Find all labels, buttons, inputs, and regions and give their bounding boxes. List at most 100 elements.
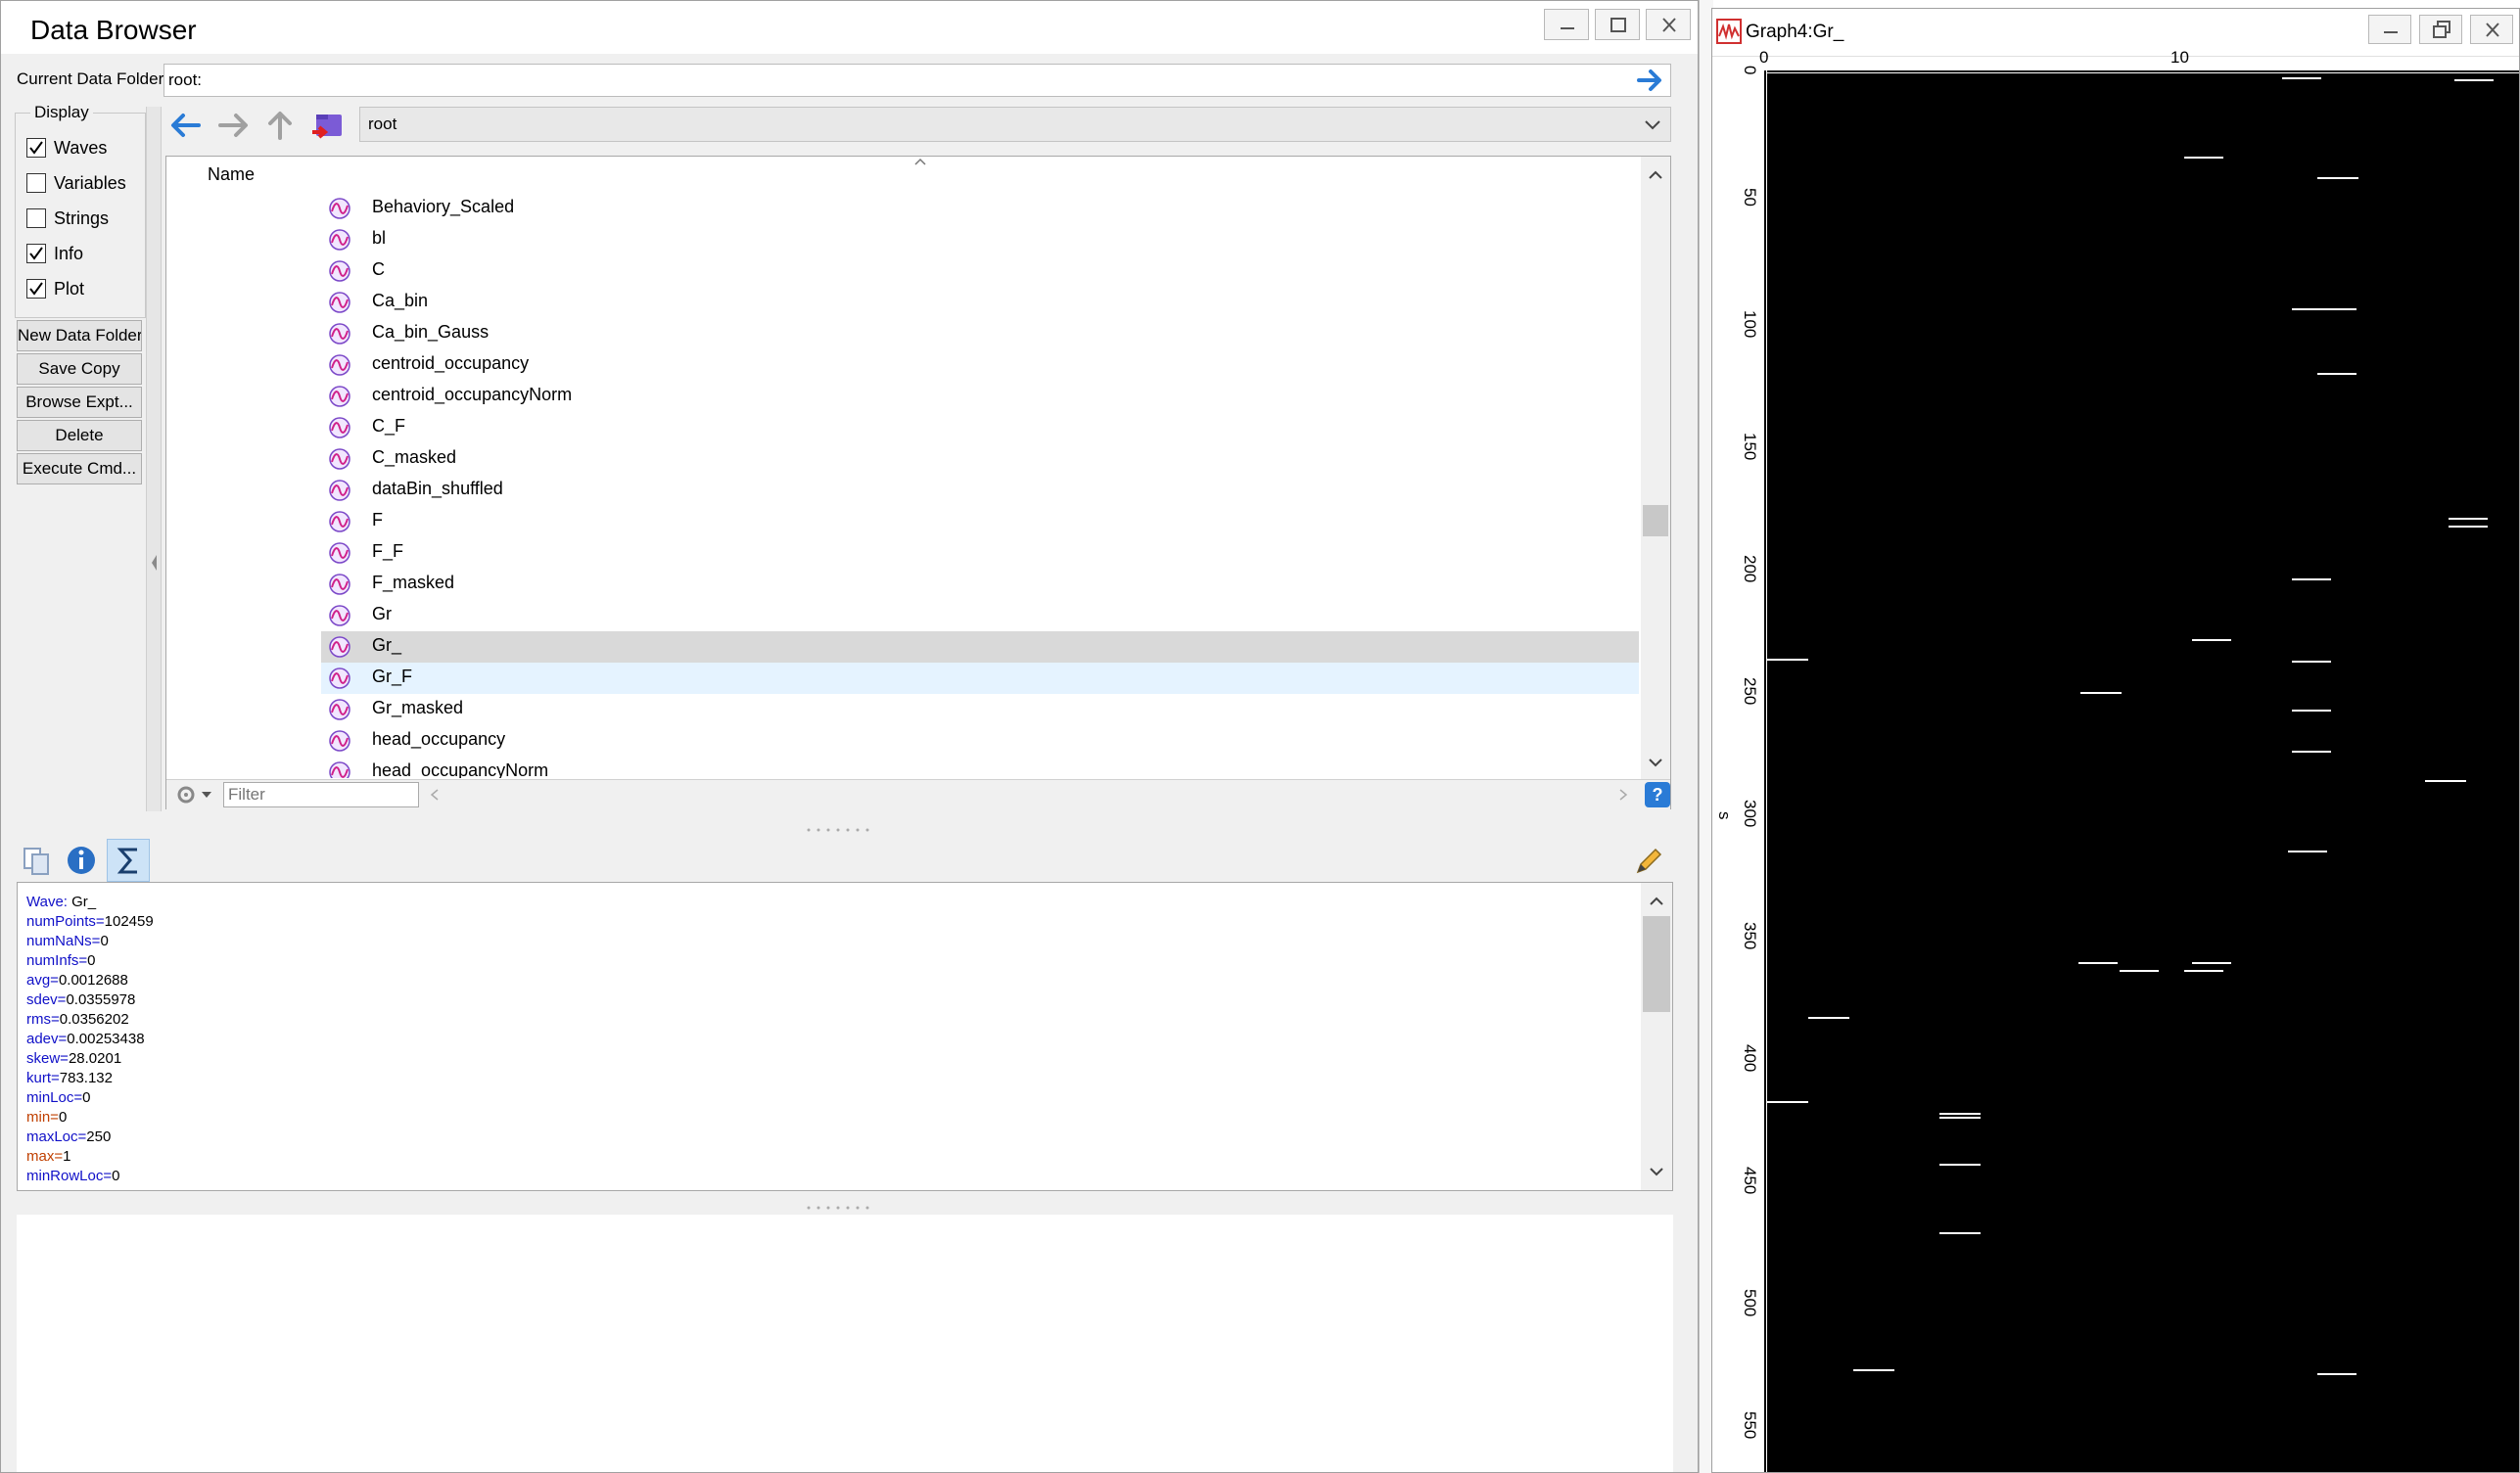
plot-checkbox-label: Plot — [54, 279, 85, 299]
wave-list-item[interactable]: Ca_bin_Gauss — [321, 318, 1639, 349]
statistics-sigma-icon[interactable] — [107, 839, 150, 882]
plot-checkbox-box[interactable] — [26, 279, 46, 299]
delete-button[interactable]: Delete — [17, 420, 142, 451]
graph-close-button[interactable] — [2470, 15, 2513, 44]
wave-list-item-label: C_masked — [372, 447, 457, 467]
wave-list-item[interactable]: Behaviory_Scaled — [321, 193, 1639, 224]
list-bottom-bar: ? — [166, 779, 1670, 809]
copy-icon[interactable] — [21, 845, 52, 876]
graph-title: Graph4:Gr_ — [1746, 22, 1844, 42]
y-tick-label: 350 — [1741, 922, 1759, 950]
scroll-up-icon[interactable] — [1648, 168, 1663, 180]
variables-checkbox-box[interactable] — [26, 173, 46, 193]
vertical-splitter[interactable] — [146, 107, 162, 811]
scroll-left-icon[interactable] — [429, 788, 441, 802]
info-scrollbar[interactable] — [1641, 883, 1672, 1190]
new-data-folder-button[interactable]: New Data Folder — [17, 320, 142, 351]
graph-window: Graph4:Gr_ 0 10 0 50 100 150 200 250 300 350 400 4… — [1711, 8, 2520, 1473]
wave-list-item[interactable]: C — [321, 255, 1639, 287]
strings-checkbox-label: Strings — [54, 208, 110, 228]
y-axis-label: s — [1715, 811, 1734, 820]
wave-list-item[interactable]: F_masked — [321, 569, 1639, 600]
x-axis-line — [1767, 70, 2519, 72]
maximize-button[interactable] — [1595, 9, 1640, 40]
set-current-folder-icon[interactable] — [310, 109, 346, 144]
wave-list-item[interactable]: Gr — [321, 600, 1639, 631]
wave-list-item[interactable]: Ca_bin — [321, 287, 1639, 318]
strings-checkbox-box[interactable] — [26, 208, 46, 228]
image-event-mark — [2449, 526, 2488, 528]
image-plot[interactable] — [1767, 73, 2519, 1472]
display-group-label: Display — [30, 103, 93, 122]
name-column-header[interactable]: Name — [208, 164, 255, 185]
waves-checkbox-box[interactable] — [26, 138, 46, 158]
wave-list-item-label: Gr_F — [372, 667, 413, 686]
horizontal-splitter-upper[interactable] — [804, 821, 872, 832]
image-event-mark — [1853, 1369, 1894, 1371]
current-folder-field[interactable]: root: — [163, 64, 1671, 97]
wave-icon — [329, 605, 350, 626]
scroll-down-icon[interactable] — [1648, 758, 1663, 769]
go-arrow-icon[interactable] — [1636, 67, 1665, 94]
info-scroll-thumb[interactable] — [1643, 916, 1670, 1012]
list-scrollbar[interactable] — [1641, 157, 1670, 781]
browse-expt-button[interactable]: Browse Expt... — [17, 387, 142, 418]
minimize-button[interactable] — [1544, 9, 1589, 40]
info-value: 250 — [86, 1128, 112, 1145]
image-event-mark — [1939, 1117, 1981, 1119]
info-value: 102459 — [104, 913, 154, 930]
filter-input[interactable] — [223, 782, 419, 807]
graph-restore-button[interactable] — [2419, 15, 2462, 44]
wave-list-item-label: Gr — [372, 604, 392, 623]
info-value: 783.132 — [59, 1070, 113, 1086]
info-checkbox-box[interactable] — [26, 244, 46, 263]
info-icon[interactable] — [66, 845, 97, 876]
folder-dropdown[interactable]: root — [359, 107, 1671, 142]
image-event-mark — [1939, 1164, 1981, 1166]
image-event-mark — [1767, 659, 1808, 661]
y-tick-label: 200 — [1741, 555, 1759, 583]
info-scroll-up-icon[interactable] — [1649, 895, 1664, 906]
execute-cmd-button[interactable]: Execute Cmd... — [17, 453, 142, 484]
image-event-mark — [2449, 518, 2488, 520]
graph-titlebar[interactable]: Graph4:Gr_ — [1712, 9, 2519, 57]
wave-list-item[interactable]: centroid_occupancyNorm — [321, 381, 1639, 412]
wave-icon — [329, 386, 350, 407]
close-button[interactable] — [1646, 9, 1691, 40]
forward-arrow-icon[interactable] — [216, 109, 250, 142]
save-copy-button[interactable]: Save Copy — [17, 353, 142, 385]
wave-list-item-label: C — [372, 259, 385, 279]
wave-list-item[interactable]: bl — [321, 224, 1639, 255]
horizontal-splitter-lower[interactable] — [804, 1199, 872, 1210]
wave-list-item[interactable]: F_F — [321, 537, 1639, 569]
wave-info-line: numNaNs=0 — [26, 933, 109, 949]
wave-list-item[interactable]: dataBin_shuffled — [321, 475, 1639, 506]
list-scroll-thumb[interactable] — [1643, 505, 1668, 536]
variables-checkbox-label: Variables — [54, 173, 126, 193]
scroll-right-icon[interactable] — [1617, 788, 1629, 802]
image-event-mark — [2120, 970, 2159, 972]
wave-list-item[interactable]: head_occupancyNorm — [321, 757, 1639, 778]
data-browser-titlebar[interactable]: Data Browser — [1, 1, 1698, 54]
wave-list-item[interactable]: C_F — [321, 412, 1639, 443]
info-text-panel[interactable] — [17, 882, 1673, 1191]
help-icon[interactable]: ? — [1645, 782, 1670, 807]
up-arrow-icon[interactable] — [263, 109, 297, 142]
wave-list-item[interactable]: Gr_F — [321, 663, 1639, 694]
y-tick-label: 150 — [1741, 433, 1759, 461]
wave-info-line: adev=0.00253438 — [26, 1031, 145, 1047]
wave-list-item[interactable]: Gr_ — [321, 631, 1639, 663]
wave-list-item[interactable]: centroid_occupancy — [321, 349, 1639, 381]
edit-pencil-icon[interactable] — [1632, 845, 1665, 878]
wave-list-item-label: Gr_masked — [372, 698, 464, 717]
wave-list-item[interactable]: head_occupancy — [321, 725, 1639, 757]
wave-list-item[interactable]: F — [321, 506, 1639, 537]
wave-list-item[interactable]: Gr_masked — [321, 694, 1639, 725]
info-scroll-down-icon[interactable] — [1649, 1167, 1664, 1178]
info-value: Gr_ — [67, 894, 97, 910]
gear-icon[interactable] — [172, 782, 217, 807]
wave-list-item[interactable]: C_masked — [321, 443, 1639, 475]
graph-minimize-button[interactable] — [2368, 15, 2411, 44]
info-key: Wave: — [26, 894, 68, 910]
back-arrow-icon[interactable] — [169, 109, 203, 142]
